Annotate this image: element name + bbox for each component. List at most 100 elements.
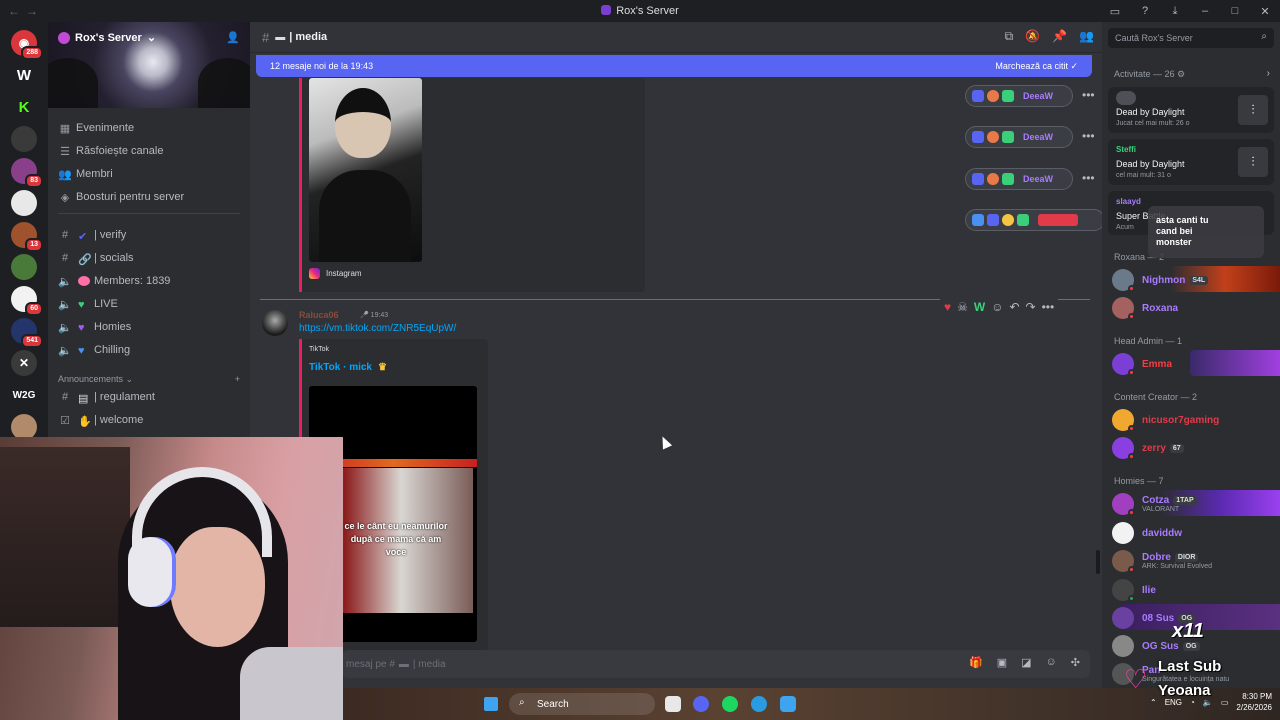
mark-read-button[interactable]: Marchează ca citit ✓ [995, 61, 1078, 72]
scrollbar-thumb[interactable] [1096, 550, 1100, 574]
rail-server-w2g[interactable]: W2G [11, 382, 37, 408]
more-options-icon[interactable]: ••• [1082, 129, 1095, 143]
w-reaction-icon[interactable]: W [974, 300, 985, 314]
server-name-dropdown[interactable]: Rox's Server ⌄ [58, 31, 156, 44]
channel-socials[interactable]: # 🔗 | socials [58, 248, 248, 268]
message-link[interactable]: https://vm.tiktok.com/ZNR5EqUpW/ [299, 323, 456, 334]
maximize-button[interactable]: □ [1220, 0, 1250, 22]
message-timestamp: 🎤 19:43 [360, 312, 389, 319]
avatar[interactable] [262, 310, 288, 336]
channel-regulament[interactable]: # ▤ | regulament [58, 387, 248, 407]
new-messages-bar[interactable]: 12 mesaje noi de la 19:43 Marchează ca c… [256, 55, 1092, 77]
taskbar-search[interactable]: ⌕ Search [509, 693, 655, 715]
sidebar-item-browse-channels[interactable]: ☰ Răsfoiește canale [58, 141, 248, 161]
reaction-pill[interactable] [965, 209, 1105, 231]
member-item[interactable]: zerry 67 [1112, 436, 1276, 460]
member-item[interactable]: Ilie [1112, 578, 1276, 602]
sticker-icon[interactable]: ◪ [1021, 656, 1031, 669]
rail-server-7[interactable]: 13 [11, 222, 43, 252]
more-options-icon[interactable]: ••• [1082, 171, 1095, 185]
calendar-icon: ▦ [59, 122, 71, 135]
member-item[interactable]: nicusor7gaming [1112, 408, 1276, 432]
add-reaction-icon[interactable]: ☺ [991, 300, 1003, 314]
speaker-icon: 🔈 [58, 298, 72, 311]
cam-headset-cup [128, 537, 176, 607]
rail-server-6[interactable] [11, 190, 37, 216]
sidebar-item-events[interactable]: ▦ Evenimente [58, 118, 248, 138]
sidebar-item-boosts[interactable]: ◈ Boosturi pentru server [58, 187, 248, 207]
webcam-overlay [0, 437, 343, 720]
reaction-emoji-icon [1002, 131, 1014, 143]
sidebar-item-members[interactable]: 👥 Membri [58, 164, 248, 184]
chat-header: # ▬ | media ⧉ 🔕 📌 👥 [250, 22, 1102, 53]
inbox-icon[interactable]: ▭ [1100, 0, 1130, 22]
gif-icon[interactable]: ▣ [997, 656, 1007, 669]
channel-chilling[interactable]: 🔈 ♥ Chilling [58, 340, 248, 360]
windows-start-icon[interactable] [484, 697, 498, 711]
emoji-icon[interactable]: ☺ [1046, 656, 1057, 669]
heart-reaction-icon[interactable]: ♥ [944, 300, 951, 314]
activity-card[interactable]: Steffi Dead by Daylight cel mai mult: 31… [1108, 139, 1274, 185]
message-input[interactable]: mesaj pe # ▬ | media 🎁 ▣ ◪ ☺ ✣ [342, 650, 1090, 678]
activity-card[interactable]: Dead by Daylight Jucat cel mai mult: 26 … [1108, 87, 1274, 133]
rail-server-9[interactable]: 60 [11, 286, 43, 316]
file-explorer-icon[interactable] [665, 696, 681, 712]
invite-people-icon[interactable]: 👤 [226, 31, 240, 44]
rail-server-5[interactable]: 83 [11, 158, 43, 188]
rail-server-10[interactable]: 541 [11, 318, 43, 348]
gift-icon[interactable]: 🎁 [969, 656, 983, 669]
mute-bell-icon[interactable]: 🔕 [1025, 29, 1040, 44]
channel-welcome[interactable]: ☑ ✋ | welcome [58, 410, 248, 430]
minimize-button[interactable]: – [1190, 0, 1220, 22]
member-item[interactable]: Dobre DIOR ARK: Survival Evolved [1112, 549, 1276, 573]
rail-server-1[interactable]: ◉ 288 [11, 30, 43, 60]
avatar [1112, 269, 1135, 292]
search-input[interactable]: Caută Rox's Server ⌕ [1108, 28, 1274, 48]
skull-reaction-icon[interactable]: ☠ [957, 300, 968, 314]
threads-icon[interactable]: ⧉ [1005, 29, 1014, 44]
instagram-image[interactable] [309, 78, 422, 262]
member-item[interactable]: daviddw [1112, 521, 1276, 545]
image-figure-head [335, 88, 391, 158]
add-channel-icon[interactable]: + [235, 374, 240, 385]
message-author[interactable]: Raluca06 [299, 310, 339, 320]
reaction-pill[interactable]: DeeaW [965, 126, 1073, 148]
more-options-icon[interactable]: ••• [1042, 300, 1055, 314]
member-item[interactable]: Emma [1112, 352, 1276, 376]
member-sidebar: Caută Rox's Server ⌕ Activitate — 26 ⚙ › … [1102, 22, 1280, 720]
category-announcements[interactable]: Announcements ⌄ + [58, 374, 240, 385]
rail-server-x[interactable]: ✕ [11, 350, 37, 376]
rail-server-kick[interactable]: K [11, 94, 37, 120]
rail-server-4[interactable] [11, 126, 37, 152]
member-item[interactable]: Nighmon S4L [1112, 268, 1276, 292]
reaction-pill[interactable]: DeeaW [965, 168, 1073, 190]
reaction-pill[interactable]: DeeaW [965, 85, 1073, 107]
reply-icon[interactable]: ↶ [1009, 300, 1019, 314]
rail-server-w[interactable]: W [11, 62, 37, 88]
channel-verify[interactable]: # ✔ | verify [58, 225, 248, 245]
edge-icon[interactable] [751, 696, 767, 712]
embed-title[interactable]: TikTok · mick ♛ [309, 362, 387, 373]
app-icon[interactable] [780, 696, 796, 712]
member-item[interactable]: Roxana [1112, 296, 1276, 320]
apps-icon[interactable]: ✣ [1071, 656, 1080, 669]
reaction-emoji-icon [1002, 173, 1014, 185]
help-icon[interactable]: ? [1130, 0, 1160, 22]
avatar [1112, 297, 1135, 320]
channel-live[interactable]: 🔈 ♥ LIVE [58, 294, 248, 314]
chevron-right-icon[interactable]: › [1267, 68, 1270, 79]
pin-icon[interactable]: 📌 [1052, 29, 1067, 44]
download-icon[interactable]: ⤓ [1160, 0, 1190, 22]
member-item[interactable]: Cotza 1TAP VALORANT [1112, 492, 1276, 516]
group-header: Head Admin — 1 [1114, 336, 1183, 346]
discord-icon[interactable] [693, 696, 709, 712]
close-button[interactable]: ✕ [1250, 0, 1280, 22]
channel-homies[interactable]: 🔈 ♥ Homies [58, 317, 248, 337]
spotify-icon[interactable] [722, 696, 738, 712]
forward-icon[interactable]: ↷ [1026, 300, 1036, 314]
activity-header[interactable]: Activitate — 26 ⚙ [1114, 69, 1185, 80]
member-list-icon[interactable]: 👥 [1079, 29, 1094, 44]
more-options-icon[interactable]: ••• [1082, 88, 1095, 102]
rail-server-8[interactable] [11, 254, 37, 280]
channel-members-count[interactable]: 🔈 Members: 1839 [58, 271, 248, 291]
